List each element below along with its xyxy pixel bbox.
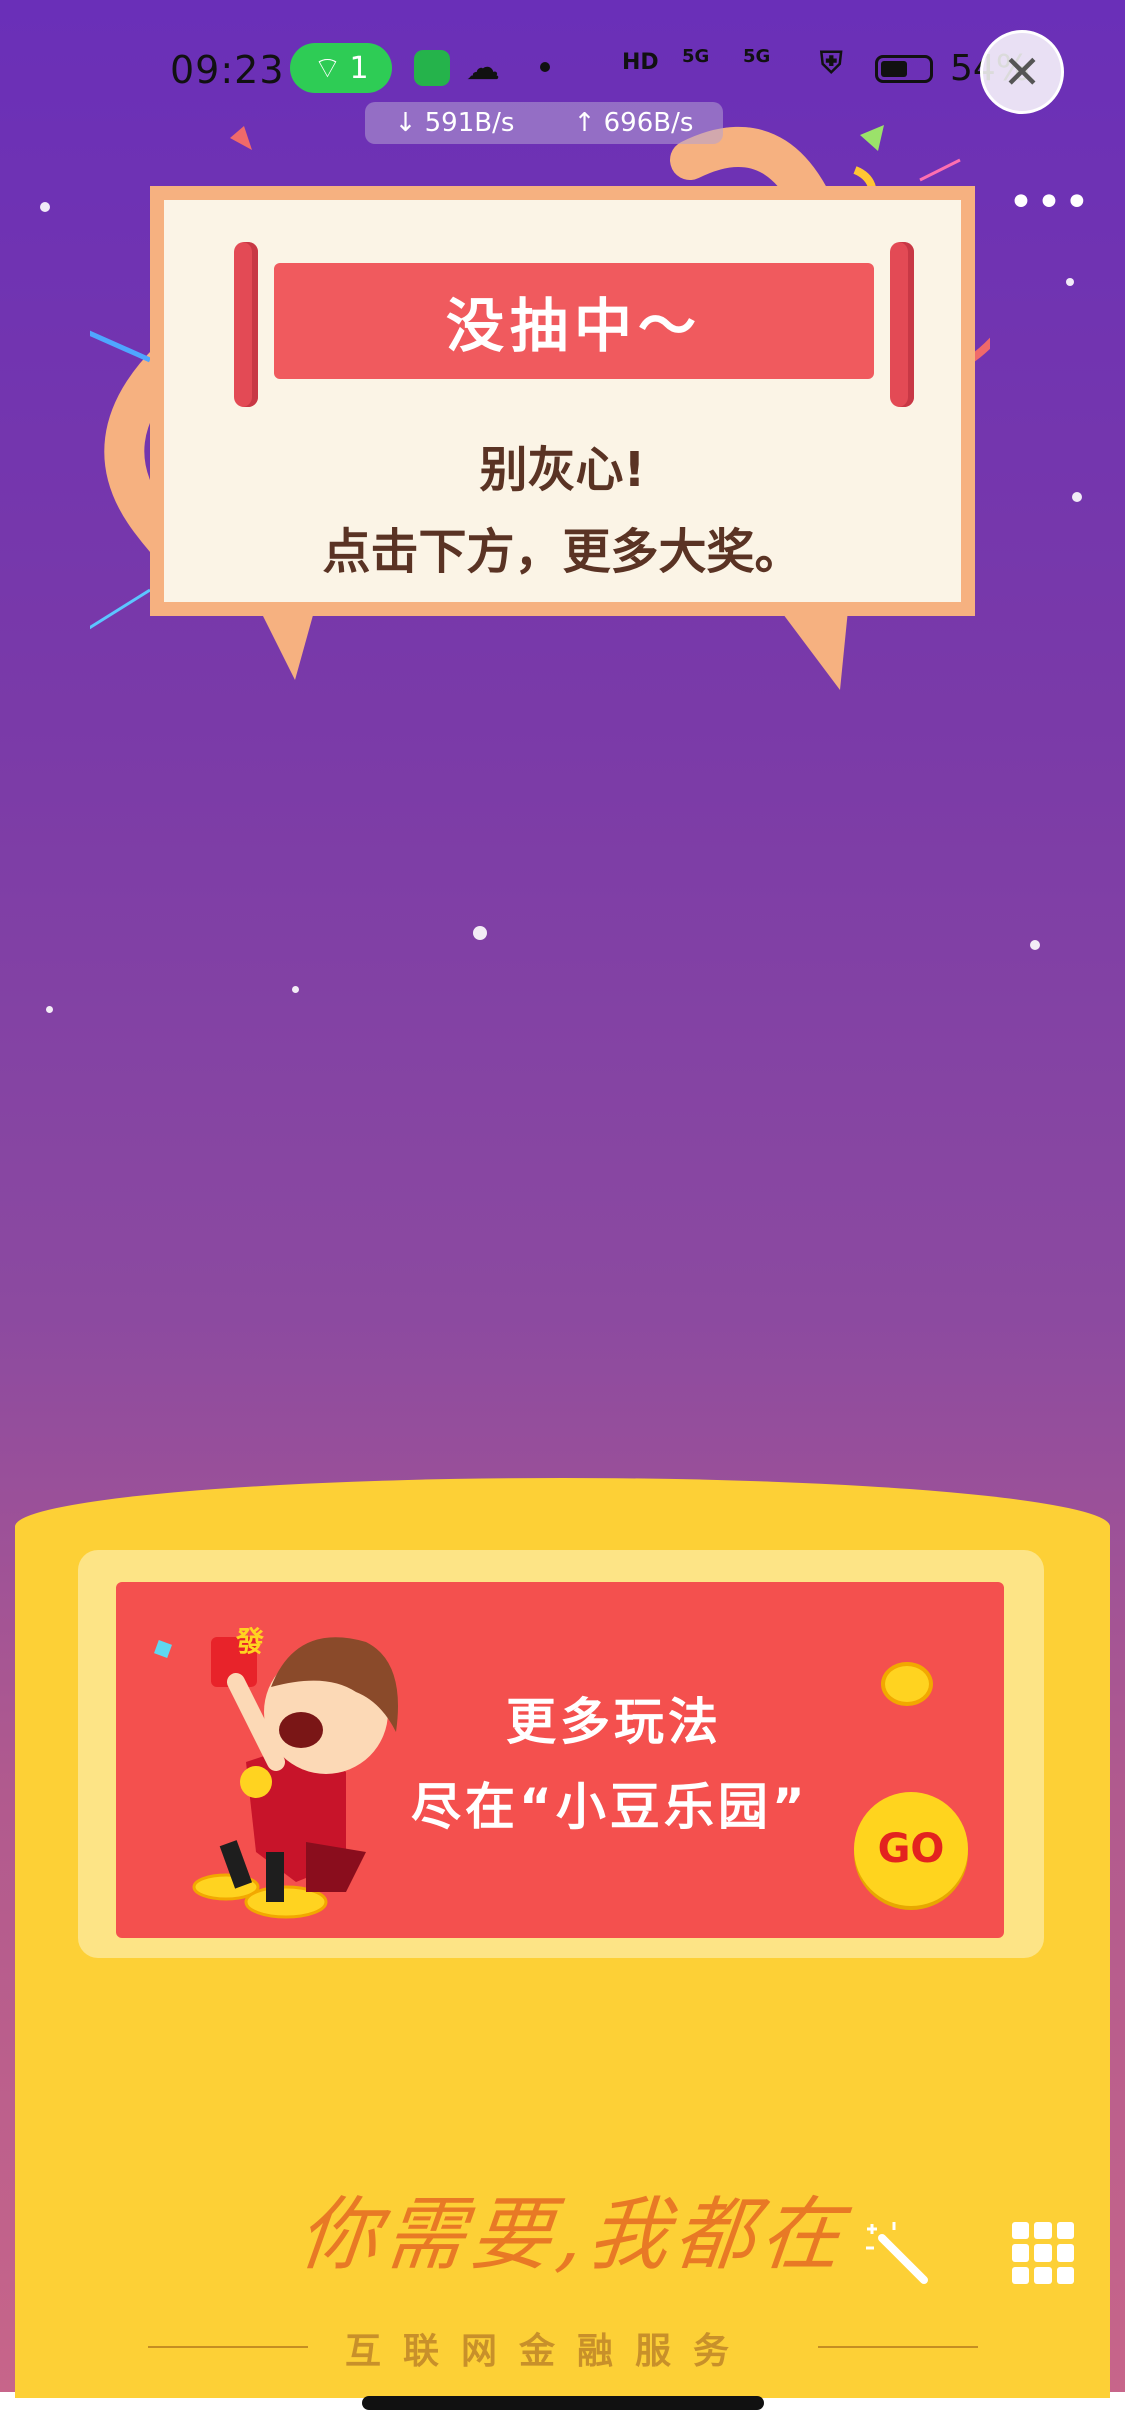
- footer-divider-left: [148, 2346, 308, 2348]
- grid-icon[interactable]: [1012, 2222, 1074, 2284]
- wifi-hotspot-icon: ⌔: [313, 51, 342, 86]
- star-decoration: [40, 202, 50, 212]
- battery-icon: [875, 55, 933, 83]
- scroll-roll-right: [890, 242, 914, 407]
- star-decoration: [1066, 278, 1074, 286]
- status-bar: 09:23 ⌔ 1 ☁ HD 5G 5G ⛨ 54% ↓ 591B/s ↑ 69…: [0, 0, 1125, 144]
- status-time: 09:23: [170, 48, 285, 92]
- go-button[interactable]: GO: [854, 1792, 968, 1906]
- message-app-icon: [414, 50, 450, 86]
- result-message-1: 别灰心!: [479, 442, 646, 498]
- footer-slogan: 你需要,我都在: [294, 2188, 852, 2281]
- shield-icon: ⛨: [820, 46, 843, 81]
- footer-divider-right: [818, 2346, 978, 2348]
- upload-speed: ↑ 696B/s: [573, 108, 694, 138]
- notification-dot: [540, 62, 550, 72]
- footer-tagline: 互联网金融服务: [345, 2331, 752, 2372]
- more-button[interactable]: •••: [1008, 181, 1092, 225]
- wechat-icon: ☁: [466, 48, 500, 88]
- promo-line-2: 尽在“小豆乐园”: [411, 1778, 809, 1836]
- star-decoration: [1030, 940, 1040, 950]
- close-button[interactable]: ✕: [980, 30, 1064, 114]
- fortune-badge: 發: [236, 1625, 265, 1658]
- scroll-roll-left: [234, 242, 258, 407]
- hd-icon: HD: [622, 50, 659, 75]
- star-decoration: [292, 986, 299, 993]
- star-decoration: [46, 1006, 53, 1013]
- coin-decoration: [881, 1662, 933, 1706]
- signal-icon-1: 5G: [682, 46, 710, 67]
- hotspot-count: 1: [349, 50, 369, 86]
- promo-line-1: 更多玩法: [506, 1693, 722, 1751]
- home-indicator[interactable]: [362, 2396, 764, 2410]
- more-icon: •••: [1008, 177, 1092, 228]
- network-speed: ↓ 591B/s ↑ 696B/s: [365, 102, 723, 144]
- result-card: 没抽中～ 别灰心! 点击下方，更多大奖。: [150, 186, 975, 616]
- hotspot-pill: ⌔ 1: [290, 43, 392, 93]
- close-icon: ✕: [1002, 45, 1042, 99]
- mascot-illustration: [192, 1637, 398, 1919]
- star-decoration: [473, 926, 487, 940]
- result-message-2: 点击下方，更多大奖。: [322, 524, 803, 580]
- signal-icon-2: 5G: [743, 46, 771, 67]
- wand-icon[interactable]: [862, 2218, 932, 2288]
- result-title: 没抽中～: [274, 263, 874, 379]
- star-decoration: [1072, 492, 1082, 502]
- promo-banner[interactable]: 發 更多玩法 尽在“小豆乐园” GO: [116, 1582, 1004, 1938]
- download-speed: ↓ 591B/s: [394, 108, 515, 138]
